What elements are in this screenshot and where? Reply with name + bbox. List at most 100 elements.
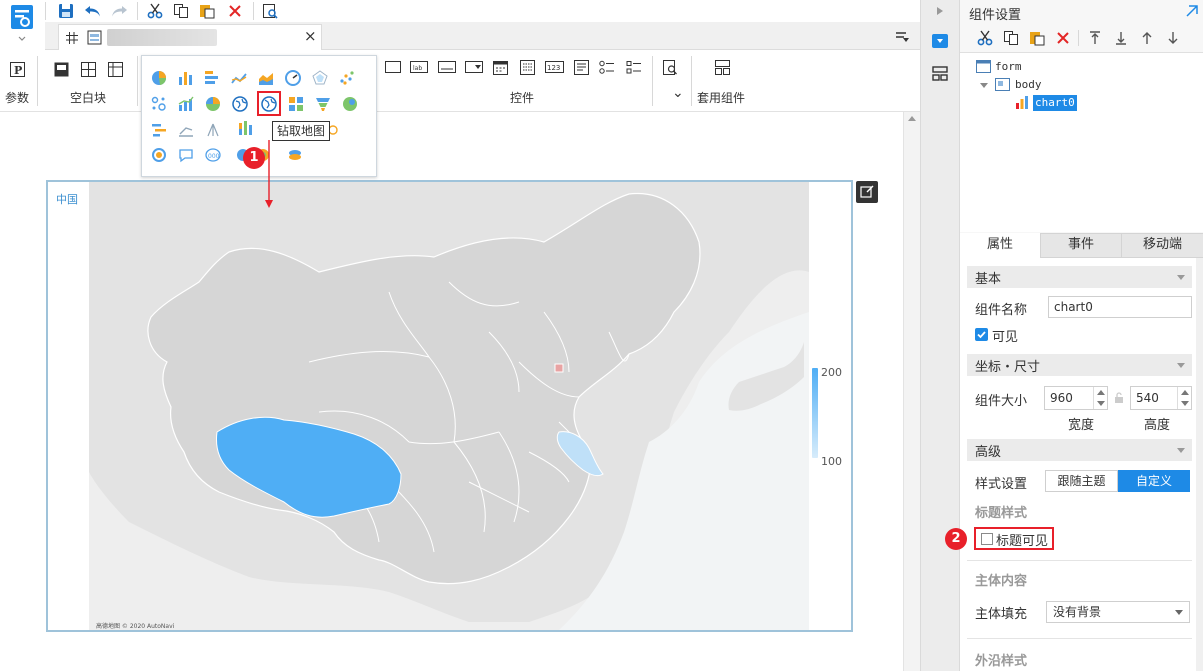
section-advanced[interactable]: 高级 xyxy=(967,439,1192,461)
tab-events[interactable]: 事件 xyxy=(1041,233,1122,258)
separator xyxy=(137,2,138,20)
text-control-icon[interactable]: lab xyxy=(408,58,430,76)
height-input[interactable]: 540 xyxy=(1130,386,1192,410)
tab-properties[interactable]: 属性 xyxy=(960,233,1041,258)
bubble-chart-icon[interactable] xyxy=(149,94,169,114)
combo-chart-icon[interactable] xyxy=(176,94,196,114)
line-chart-icon[interactable] xyxy=(229,68,249,88)
map-chart-icon[interactable] xyxy=(230,94,250,114)
scatter-chart-icon[interactable] xyxy=(337,68,357,88)
panel-paste-icon[interactable] xyxy=(1027,28,1047,48)
scroll-up-arrow[interactable] xyxy=(908,116,916,121)
redo-icon[interactable] xyxy=(109,1,129,21)
panel-cut-icon[interactable] xyxy=(975,28,995,48)
param-icon[interactable]: P xyxy=(8,60,26,78)
textarea-control-icon[interactable] xyxy=(571,58,591,76)
drill-map-chart-icon[interactable] xyxy=(259,94,279,114)
delete-icon[interactable] xyxy=(225,1,245,21)
panel-pin-icon[interactable] xyxy=(1184,3,1200,19)
tab-close-button[interactable]: × xyxy=(304,27,317,45)
3d-chart-icon[interactable] xyxy=(285,145,305,165)
vertical-scrollbar[interactable] xyxy=(903,112,920,671)
width-up-arrow[interactable] xyxy=(1097,390,1105,395)
main-content-heading: 主体内容 xyxy=(975,574,1028,589)
template-component-icon[interactable] xyxy=(712,58,732,76)
panel-delete-icon[interactable] xyxy=(1053,28,1073,48)
blank-block-icon-1[interactable] xyxy=(52,60,70,78)
width-down-arrow[interactable] xyxy=(1097,401,1105,406)
widget-library-tab-icon[interactable] xyxy=(929,63,951,83)
wordcloud-chart-icon[interactable] xyxy=(176,145,196,165)
section-basic[interactable]: 基本 xyxy=(967,266,1192,288)
date-control-icon[interactable] xyxy=(490,58,510,76)
bar-chart-icon[interactable] xyxy=(176,68,196,88)
textbox-control-icon[interactable] xyxy=(436,58,458,76)
blank-block-icon-3[interactable] xyxy=(106,60,124,78)
query-control-icon[interactable] xyxy=(660,58,680,76)
checkbox-group-icon[interactable] xyxy=(624,58,644,76)
tree-node-body[interactable]: body xyxy=(1015,78,1042,91)
dropdown-control-icon[interactable] xyxy=(463,58,485,76)
title-visible-checkbox[interactable] xyxy=(981,533,993,545)
width-input[interactable]: 960 xyxy=(1044,386,1108,410)
preview-icon[interactable] xyxy=(260,1,280,21)
move-top-icon[interactable] xyxy=(1085,28,1105,48)
move-up-icon[interactable] xyxy=(1137,28,1157,48)
cut-icon[interactable] xyxy=(145,1,165,21)
name-input[interactable]: chart0 xyxy=(1048,296,1192,318)
tree-chart-icon[interactable] xyxy=(203,120,223,140)
dashboard-ring-icon[interactable] xyxy=(149,145,169,165)
style-custom-button[interactable]: 自定义 xyxy=(1118,470,1190,492)
section-basic-title: 基本 xyxy=(975,272,1002,287)
strip-collapse-arrow[interactable] xyxy=(931,2,949,20)
gauge-chart-icon[interactable] xyxy=(283,68,303,88)
copy-icon[interactable] xyxy=(171,1,191,21)
calendar-control-icon[interactable] xyxy=(517,58,537,76)
section-coords[interactable]: 坐标・尺寸 xyxy=(967,354,1192,376)
height-stepper[interactable] xyxy=(1177,387,1191,409)
width-stepper[interactable] xyxy=(1093,387,1107,409)
save-icon[interactable] xyxy=(56,1,76,21)
property-scrollbar[interactable] xyxy=(1196,258,1203,671)
document-tab[interactable]: × xyxy=(58,24,322,50)
area-chart-icon[interactable] xyxy=(256,68,276,88)
chart-widget[interactable]: 中国 200 100 高德地图 © 2020 AutoNavi xyxy=(46,180,853,632)
fill-select[interactable]: 没有背景 xyxy=(1046,601,1190,623)
donut-chart-icon[interactable] xyxy=(203,94,223,114)
height-down-arrow[interactable] xyxy=(1181,401,1189,406)
tree-expand-arrow[interactable] xyxy=(980,83,988,88)
paste-icon[interactable] xyxy=(197,1,217,21)
panel-copy-icon[interactable] xyxy=(1001,28,1021,48)
move-down-icon[interactable] xyxy=(1163,28,1183,48)
horizontal-bar-chart-icon[interactable] xyxy=(202,68,222,88)
undo-icon[interactable] xyxy=(83,1,103,21)
name-input-value: chart0 xyxy=(1054,300,1093,314)
component-settings-tab-icon[interactable] xyxy=(929,31,951,51)
radio-group-icon[interactable] xyxy=(597,58,617,76)
pie-chart-icon[interactable] xyxy=(149,68,169,88)
gantt-chart-icon[interactable] xyxy=(149,120,169,140)
number-card-icon[interactable]: 000 xyxy=(203,145,223,165)
height-up-arrow[interactable] xyxy=(1181,390,1189,395)
label-control-icon[interactable] xyxy=(383,58,403,76)
aspect-lock-icon[interactable] xyxy=(1112,390,1126,406)
app-menu-icon[interactable] xyxy=(8,2,36,44)
controls-expand-chevron[interactable]: ⌄ xyxy=(672,85,684,101)
tab-mobile[interactable]: 移动端 xyxy=(1122,233,1203,258)
funnel-chart-icon[interactable] xyxy=(313,94,333,114)
blank-block-icon-2[interactable] xyxy=(79,60,97,78)
fill-select-arrow[interactable] xyxy=(1175,610,1183,615)
stacked-bar-chart-icon[interactable] xyxy=(236,118,256,138)
style-follow-theme-button[interactable]: 跟随主题 xyxy=(1045,470,1118,492)
panel-toggle-icon[interactable] xyxy=(893,28,911,46)
visible-checkbox[interactable] xyxy=(975,328,988,341)
point-map-chart-icon[interactable] xyxy=(340,94,360,114)
tree-node-form[interactable]: form xyxy=(995,60,1022,73)
tree-node-chart[interactable]: chart0 xyxy=(1033,95,1077,111)
move-bottom-icon[interactable] xyxy=(1111,28,1131,48)
edit-chart-button[interactable] xyxy=(856,181,878,203)
range-chart-icon[interactable] xyxy=(176,120,196,140)
radar-chart-icon[interactable] xyxy=(310,68,330,88)
number-control-icon[interactable]: 123 xyxy=(543,58,565,76)
heatmap-chart-icon[interactable] xyxy=(286,94,306,114)
